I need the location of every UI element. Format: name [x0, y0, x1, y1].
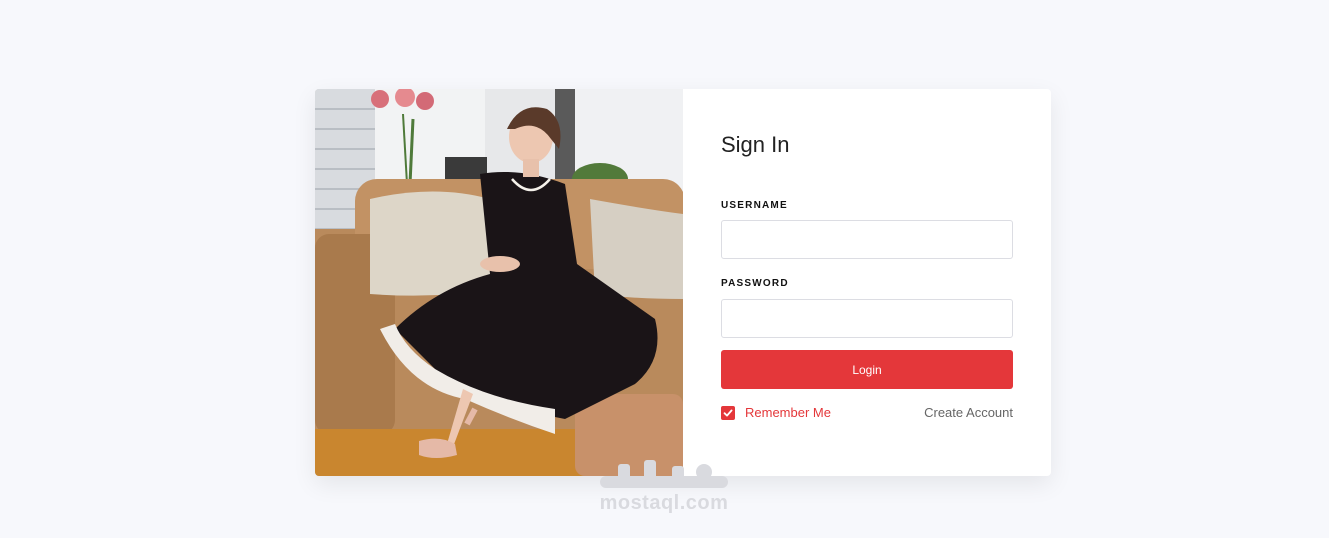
checkmark-icon — [723, 409, 733, 416]
create-account-link[interactable]: Create Account — [924, 405, 1013, 420]
login-button[interactable]: Login — [721, 350, 1013, 389]
watermark: mostaql.com — [594, 458, 734, 515]
hero-photo — [315, 89, 683, 476]
remember-me-checkbox[interactable] — [721, 405, 735, 420]
remember-me-toggle[interactable]: Remember Me — [721, 405, 831, 420]
remember-me-label: Remember Me — [745, 405, 831, 420]
page-title: Sign In — [721, 132, 790, 157]
signin-form: Sign In USERNAME PASSWORD Login Remember… — [683, 89, 1051, 476]
username-input[interactable] — [721, 220, 1013, 259]
password-input[interactable] — [721, 299, 1013, 338]
password-label: PASSWORD — [721, 278, 789, 289]
login-card: Sign In USERNAME PASSWORD Login Remember… — [315, 89, 1051, 476]
username-label: USERNAME — [721, 200, 788, 211]
watermark-text: mostaql.com — [599, 492, 729, 514]
mostaql-logo-icon — [600, 460, 728, 488]
